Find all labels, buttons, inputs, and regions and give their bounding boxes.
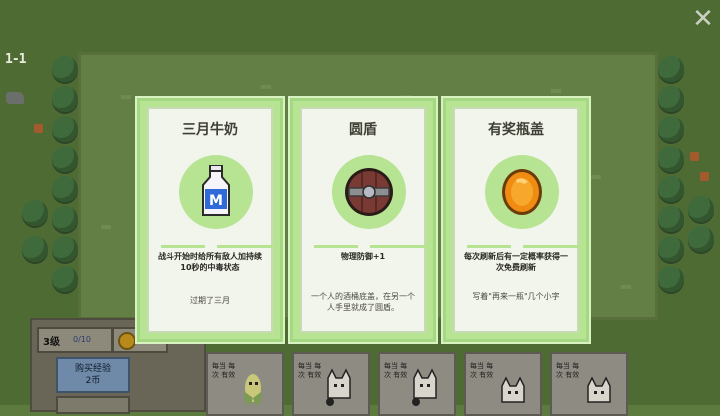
svg-text:M: M xyxy=(209,193,223,209)
cat-unit-icon xyxy=(324,368,354,408)
card-effect: 每次刷新后有一定概率获得一次免费刷新 xyxy=(464,252,568,272)
shop-card-text: 每当 每次 有效 xyxy=(556,362,580,379)
flower xyxy=(700,172,709,181)
choice-card-shield[interactable]: 圆盾 物理防御+1 一个人的酒桶底盖，在另一个人手里就成了圆盾。 xyxy=(290,98,436,342)
tree xyxy=(22,236,48,262)
xp-progress: 0/10 xyxy=(73,335,91,344)
tree xyxy=(52,146,78,172)
tree xyxy=(658,266,684,292)
tree xyxy=(52,176,78,202)
card-body: 三月牛奶 M 战斗开始时给所有敌人加持续10秒的中毒状态 过期了三月 xyxy=(147,107,275,333)
tree xyxy=(52,236,78,262)
divider xyxy=(370,245,428,248)
refresh-button[interactable] xyxy=(56,396,130,414)
tree xyxy=(52,56,78,82)
divider xyxy=(161,245,205,248)
tree xyxy=(658,116,684,142)
tree xyxy=(688,196,714,222)
wave-indicator: 1-1 xyxy=(5,52,27,67)
tree xyxy=(658,56,684,82)
cat-unit-icon xyxy=(582,368,612,408)
card-title: 圆盾 xyxy=(349,122,377,138)
corn-unit-icon xyxy=(238,368,268,408)
tree xyxy=(22,200,48,226)
cat-unit-icon xyxy=(496,368,526,408)
buy-xp-button[interactable]: 购买经验 2币 xyxy=(56,357,130,393)
grass-tuft xyxy=(621,285,631,289)
flower xyxy=(690,152,699,161)
shop-card[interactable]: 每当 每次 有效 xyxy=(292,352,370,416)
rock xyxy=(6,92,24,104)
grass-tuft xyxy=(261,85,271,89)
grass-tuft xyxy=(591,175,601,179)
card-description: 过期了三月 xyxy=(190,296,230,305)
grass-tuft xyxy=(101,225,111,229)
shop-card-text: 每当 每次 有效 xyxy=(470,362,494,379)
bottle-cap-icon xyxy=(500,168,544,216)
card-body: 有奖瓶盖 每次刷新后有一定概率获得一次免费刷新 写着"再来一瓶"几个小字 xyxy=(453,107,581,333)
milk-bottle-icon: M xyxy=(201,165,231,219)
tree xyxy=(658,146,684,172)
card-title: 有奖瓶盖 xyxy=(488,122,544,138)
card-effect: 物理防御+1 xyxy=(340,252,386,261)
shop-card[interactable]: 每当 每次 有效 xyxy=(464,352,542,416)
level-label: 3级 xyxy=(43,337,60,348)
shop-card[interactable]: 每当 每次 有效 xyxy=(378,352,456,416)
coin-icon xyxy=(118,332,136,350)
shop-card-text: 每当 每次 有效 xyxy=(298,362,322,379)
divider xyxy=(217,245,275,248)
tree xyxy=(688,226,714,252)
tree xyxy=(658,176,684,202)
buy-xp-label: 购买经验 xyxy=(74,364,111,374)
grass-tuft xyxy=(121,95,131,99)
flower xyxy=(34,124,43,133)
buy-xp-cost: 2币 xyxy=(85,376,101,386)
choice-card-milk[interactable]: 三月牛奶 M 战斗开始时给所有敌人加持续10秒的中毒状态 过期了三月 xyxy=(137,98,283,342)
card-body: 圆盾 物理防御+1 一个人的酒桶底盖，在另一个人手里就成了圆盾。 xyxy=(300,107,428,333)
card-title: 三月牛奶 xyxy=(182,122,238,138)
card-description: 写着"再来一瓶"几个小字 xyxy=(472,292,560,301)
round-shield-icon xyxy=(343,166,395,218)
card-effect: 战斗开始时给所有敌人加持续10秒的中毒状态 xyxy=(158,252,262,272)
grass-tuft xyxy=(551,89,561,93)
shop-card[interactable]: 每当 每次 有效 xyxy=(550,352,628,416)
divider xyxy=(314,245,358,248)
shop-card-text: 每当 每次 有效 xyxy=(212,362,236,379)
choice-card-bottle-cap[interactable]: 有奖瓶盖 每次刷新后有一定概率获得一次免费刷新 写着"再来一瓶"几个小字 xyxy=(443,98,589,342)
card-description: 一个人的酒桶底盖，在另一个人手里就成了圆盾。 xyxy=(311,292,415,312)
shop-card-text: 每当 每次 有效 xyxy=(384,362,408,379)
tree xyxy=(52,116,78,142)
tree xyxy=(52,266,78,292)
divider xyxy=(523,245,581,248)
icon-backdrop xyxy=(485,155,559,229)
close-icon[interactable]: ✕ xyxy=(690,6,716,32)
tree xyxy=(658,86,684,112)
icon-backdrop xyxy=(332,155,406,229)
divider xyxy=(467,245,511,248)
icon-backdrop: M xyxy=(179,155,253,229)
cat-unit-icon xyxy=(410,368,440,408)
tree xyxy=(658,236,684,262)
tree xyxy=(658,206,684,232)
tree xyxy=(52,86,78,112)
tree xyxy=(52,206,78,232)
level-display: 3级 0/10 xyxy=(37,327,113,353)
shop-card[interactable]: 每当 每次 有效 xyxy=(206,352,284,416)
